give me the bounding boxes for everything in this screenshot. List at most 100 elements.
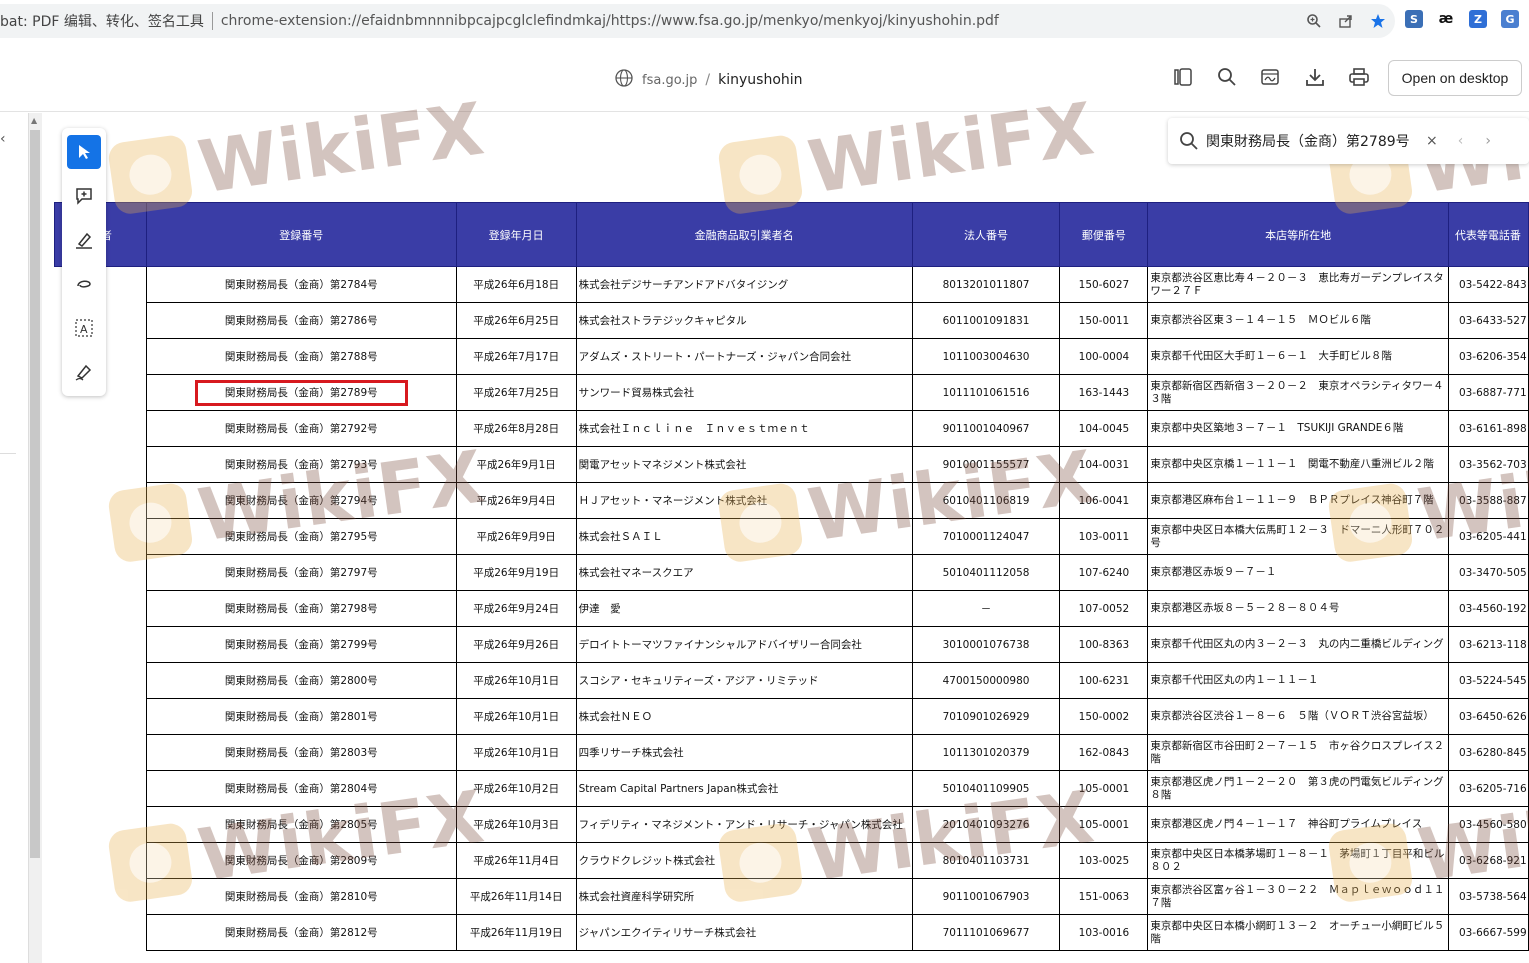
table-cell: 関東財務局長（金商）第2812号: [145, 914, 457, 951]
table-cell: 関東財務局長（金商）第2784号: [145, 266, 457, 303]
text-box-tool-button[interactable]: A: [67, 311, 101, 345]
table-cell: 関東財務局長（金商）第2789号: [145, 374, 457, 411]
chevron-left-icon[interactable]: ‹: [0, 131, 6, 147]
table-row: 関東財務局長（金商）第2795号 平成26年9月9日 株式会社ＳＡＩＬ 7010001…: [54, 518, 1529, 555]
table-cell: 関東財務局長（金商）第2809号: [145, 842, 457, 879]
table-cell: 03-6280-845: [1447, 734, 1529, 771]
highlight-tool-button[interactable]: [67, 223, 101, 257]
scrollbar-thumb[interactable]: [30, 130, 40, 858]
table-cell: 東京都港区虎ノ門４－１－１７ 神谷町プライムプレイス: [1147, 806, 1449, 843]
table-gutter-cell: [54, 626, 147, 663]
url-text[interactable]: chrome-extension://efaidnbmnnnibpcajpcgl…: [221, 13, 999, 29]
translate-ext-icon[interactable]: S: [1405, 10, 1423, 28]
table-cell: 03-6268-921: [1447, 842, 1529, 879]
sign-tool-button[interactable]: [67, 355, 101, 389]
table-cell: 03-5422-843: [1447, 266, 1529, 303]
draw-tool-button[interactable]: [67, 267, 101, 301]
table-cell: 8010401103731: [911, 842, 1061, 879]
table-cell: 4700150000980: [911, 662, 1061, 699]
table-row: 関東財務局長（金商）第2801号 平成26年10月1日 株式会社ＮＥＯ 7010901…: [54, 698, 1529, 735]
table-cell: 東京都中央区築地３－７－１ TSUKIJI GRANDE６階: [1147, 410, 1449, 447]
table-gutter-cell: [54, 842, 147, 879]
table-cell: 106-0041: [1059, 482, 1149, 519]
table-cell: 1011003004630: [911, 338, 1061, 375]
table-cell: 東京都渋谷区富ヶ谷１－３０－２２ Ｍａｐｌｅｗｏｏｄ１１ ７階: [1147, 878, 1449, 915]
left-panel-edge: ‹: [0, 113, 16, 963]
table-cell: 7010901026929: [911, 698, 1061, 735]
table-cell: 関東財務局長（金商）第2786号: [145, 302, 457, 339]
find-input[interactable]: [1206, 133, 1420, 149]
table-cell: 103-0016: [1059, 914, 1149, 951]
table-row: 関東財務局長（金商）第2784号 平成26年6月18日 株式会社デジサーチアンドアド…: [54, 266, 1529, 303]
globe-icon: [614, 68, 634, 92]
z-ext-icon[interactable]: Z: [1469, 10, 1487, 28]
table-cell: 151-0063: [1059, 878, 1149, 915]
table-cell: 平成26年8月28日: [455, 410, 577, 447]
table-cell: 9010001155577: [911, 446, 1061, 483]
open-on-desktop-button[interactable]: Open on desktop: [1388, 60, 1522, 96]
print-icon[interactable]: [1348, 66, 1370, 88]
table-gutter-cell: [54, 734, 147, 771]
share-icon[interactable]: [1337, 12, 1355, 30]
clear-find-button[interactable]: ×: [1426, 133, 1438, 149]
table-row: 関東財務局長（金商）第2794号 平成26年9月4日 ＨＪアセット・マネージメント株…: [54, 482, 1529, 519]
pen-signature-icon: [75, 364, 92, 381]
table-cell: 平成26年10月3日: [455, 806, 577, 843]
find-previous-button[interactable]: ‹: [1458, 133, 1464, 149]
google-translate-icon[interactable]: G: [1501, 10, 1519, 28]
column-header: 法人番号: [911, 202, 1061, 267]
scroll-up-arrow-icon[interactable]: ▲: [31, 116, 37, 125]
table-row: 関東財務局長（金商）第2805号 平成26年10月3日 フィデリティ・マネジメント・…: [54, 806, 1529, 843]
column-header: 登録年月日: [455, 202, 577, 267]
table-cell: 5010401109905: [911, 770, 1061, 807]
table-cell: 3010001076738: [911, 626, 1061, 663]
breadcrumb-filename: kinyushohin: [718, 72, 803, 88]
table-gutter-cell: [54, 806, 147, 843]
table-cell: 105-0001: [1059, 806, 1149, 843]
table-cell: 関電アセットマネジメント株式会社: [575, 446, 913, 483]
freehand-icon: [77, 280, 91, 288]
find-in-document-bar: × ‹ ›: [1168, 118, 1529, 164]
table-cell: 5010401112058: [911, 554, 1061, 591]
table-cell: 8013201011807: [911, 266, 1061, 303]
add-comment-button[interactable]: [67, 179, 101, 213]
breadcrumb-domain[interactable]: fsa.go.jp: [642, 73, 697, 88]
table-cell: 東京都渋谷区東３－１４－１５ ＭＯビル６階: [1147, 302, 1449, 339]
table-row: 関東財務局長（金商）第2804号 平成26年10月2日 Stream Capital…: [54, 770, 1529, 807]
omnibox-actions: [1305, 12, 1387, 30]
table-row: 関東財務局長（金商）第2800号 平成26年10月1日 スコシア・セキュリティーズ・…: [54, 662, 1529, 699]
table-row: 関東財務局長（金商）第2799号 平成26年9月26日 デロイトトーマツファイナンシ…: [54, 626, 1529, 663]
ae-ext-icon[interactable]: æ: [1437, 10, 1455, 28]
table-cell: 平成26年9月4日: [455, 482, 577, 519]
download-icon[interactable]: [1304, 66, 1326, 88]
table-cell: 03-6433-527: [1447, 302, 1529, 339]
table-cell: 03-5738-564: [1447, 878, 1529, 915]
viewer-tools: [1172, 66, 1370, 88]
table-cell: 03-5224-545: [1447, 662, 1529, 699]
registry-table: 者 登録番号 登録年月日 金融商品取引業者名 法人番号 郵便番号 本店等所在地 …: [54, 202, 1529, 951]
bookmark-star-icon[interactable]: [1369, 12, 1387, 30]
sign-icon[interactable]: [1260, 66, 1282, 88]
table-cell: 03-6887-771: [1447, 374, 1529, 411]
table-cell: デロイトトーマツファイナンシャルアドバイザリー合同会社: [575, 626, 913, 663]
select-tool-button[interactable]: [67, 135, 101, 169]
omnibox[interactable]: bat: PDF 编辑、转化、签名工具 chrome-extension://e…: [0, 4, 1395, 38]
table-cell: 東京都中央区日本橋茅場町１－８－１ 茅場町１丁目平和ビル８０２: [1147, 842, 1449, 879]
column-header: 金融商品取引業者名: [575, 202, 913, 267]
table-row: 関東財務局長（金商）第2809号 平成26年11月4日 クラウドクレジット株式会社 8…: [54, 842, 1529, 879]
table-cell: 東京都千代田区丸の内１－１１－１: [1147, 662, 1449, 699]
table-gutter-cell: [54, 410, 147, 447]
find-next-button[interactable]: ›: [1485, 133, 1491, 149]
divider: [0, 453, 16, 454]
table-gutter-cell: [54, 554, 147, 591]
page-thumbnails-icon[interactable]: [1172, 66, 1194, 88]
table-cell: 東京都中央区日本橋大伝馬町１２－３ ドマーニ人形町７０２号: [1147, 518, 1449, 555]
search-icon[interactable]: [1216, 66, 1238, 88]
table-cell: 9011001040967: [911, 410, 1061, 447]
browser-address-bar: bat: PDF 编辑、转化、签名工具 chrome-extension://e…: [0, 0, 1529, 42]
table-cell: 107-6240: [1059, 554, 1149, 591]
table-cell: スコシア・セキュリティーズ・アジア・リミテッド: [575, 662, 913, 699]
table-row: 関東財務局長（金商）第2797号 平成26年9月19日 株式会社マネースクエア 501…: [54, 554, 1529, 591]
highlighter-icon: [76, 232, 92, 249]
zoom-icon[interactable]: [1305, 12, 1323, 30]
